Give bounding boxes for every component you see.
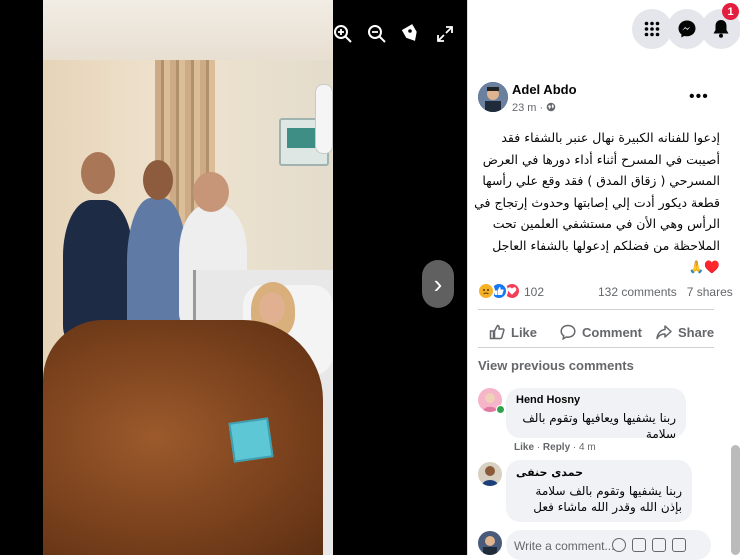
photo-tissue-box [228, 417, 274, 463]
divider-top [478, 309, 714, 310]
comment-meta: Like · Reply · 4 m [514, 442, 596, 453]
comment-button[interactable]: Comment [560, 322, 642, 342]
comment-bubble: Hend Hosny ربنا يشفيها ويعافيها وتقوم با… [506, 388, 686, 441]
share-label: Share [678, 324, 715, 340]
author-avatar[interactable] [478, 82, 508, 112]
sticker-icon[interactable] [672, 538, 686, 552]
camera-icon[interactable] [632, 538, 646, 552]
more-options-button[interactable]: ••• [689, 88, 709, 106]
comment-label: Comment [582, 324, 642, 340]
next-photo-button[interactable]: › [422, 260, 454, 308]
sad-reaction-icon [477, 282, 495, 300]
like-button[interactable]: Like [489, 322, 537, 342]
comment-text: ربنا يشفيها وتقوم بالف سلامة بإذن الله و… [533, 484, 682, 514]
reaction-count[interactable]: 102 [524, 285, 544, 299]
view-previous-comments-link[interactable]: View previous comments [478, 358, 634, 373]
post-text: إدعوا للفنانه الكبيرة نهال عنبر بالشفاء … [474, 130, 720, 274]
photo-lamp [315, 84, 333, 154]
globe-icon [546, 102, 556, 112]
photo-viewer: › [0, 0, 467, 555]
grid-menu-icon [644, 21, 660, 37]
photo-blanket [43, 320, 323, 555]
comment-time[interactable]: · 4 m [573, 442, 596, 453]
menu-button[interactable] [632, 9, 672, 49]
post-time-text: 23 m · [512, 102, 544, 114]
photo-person-1 [63, 200, 133, 340]
post-stats: 132 comments 7 shares [598, 285, 733, 299]
reaction-icons[interactable] [477, 282, 521, 302]
comment-text: ربنا يشفيها ويعافيها وتقوم بالف سلامة [522, 411, 676, 441]
messenger-icon [678, 20, 696, 38]
shares-count[interactable]: 7 shares [687, 285, 733, 299]
photo-head-3 [193, 172, 229, 212]
comment-icon [560, 324, 576, 340]
comment-bubble: حمدى حنفى ربنا يشفيها وتقوم بالف سلامة ب… [506, 460, 692, 522]
comment-reply-link[interactable]: Reply [543, 442, 570, 453]
tag-icon[interactable] [399, 22, 423, 46]
divider-bottom [478, 347, 714, 348]
online-status-dot [496, 405, 505, 414]
share-button[interactable]: Share [656, 322, 714, 342]
bell-icon [713, 20, 729, 38]
commenter-name[interactable]: حمدى حنفى [516, 466, 682, 479]
comment-tools [612, 538, 686, 552]
notification-badge: 1 [722, 3, 739, 20]
comments-count[interactable]: 132 comments [598, 285, 677, 299]
post-photo[interactable] [43, 0, 333, 555]
photo-patient-face [259, 292, 285, 324]
author-name[interactable]: Adel Abdo [512, 82, 577, 97]
zoom-out-icon[interactable] [365, 22, 389, 46]
write-comment-placeholder: Write a comment... [514, 539, 615, 553]
scrollbar[interactable] [731, 445, 740, 555]
post-time[interactable]: 23 m · [512, 102, 556, 114]
zoom-in-icon[interactable] [331, 22, 355, 46]
emoji-icon[interactable] [612, 538, 626, 552]
chevron-right-icon: › [433, 268, 443, 299]
thumbs-up-icon [489, 324, 505, 340]
comment-like-link[interactable]: Like [514, 442, 534, 453]
share-icon [656, 325, 672, 340]
fullscreen-icon[interactable] [433, 22, 457, 46]
like-label: Like [511, 324, 538, 340]
photo-ceiling [43, 0, 333, 60]
gif-icon[interactable] [652, 538, 666, 552]
commenter-name[interactable]: Hend Hosny [516, 394, 676, 406]
current-user-avatar[interactable] [478, 531, 502, 555]
photo-head-1 [81, 152, 115, 194]
commenter-avatar[interactable] [478, 462, 502, 486]
photo-head-2 [143, 160, 173, 200]
